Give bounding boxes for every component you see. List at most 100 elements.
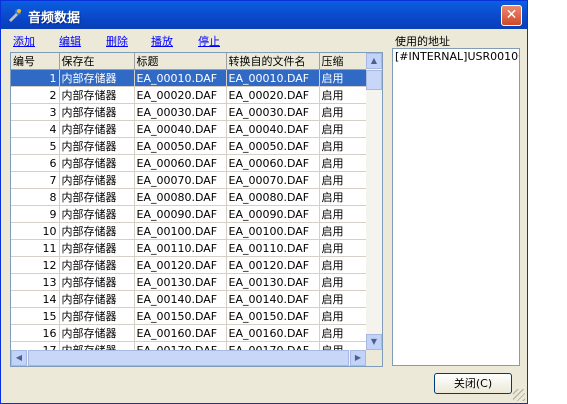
cell-title: EA_00080.DAF: [134, 188, 227, 206]
cell-title: EA_00130.DAF: [134, 273, 227, 291]
delete-link[interactable]: 删除: [106, 33, 128, 49]
cell-compression: 启用: [319, 324, 368, 342]
table-row[interactable]: 12 内部存储器 EA_00120.DAF EA_00120.DAF 启用: [11, 256, 368, 274]
cell-number: 3: [11, 103, 60, 121]
cell-title: EA_00140.DAF: [134, 290, 227, 308]
cell-storage: 内部存储器: [59, 324, 135, 342]
table-row[interactable]: 14 内部存储器 EA_00140.DAF EA_00140.DAF 启用: [11, 290, 368, 308]
table-row[interactable]: 5 内部存储器 EA_00050.DAF EA_00050.DAF 启用: [11, 137, 368, 155]
cell-title: EA_00030.DAF: [134, 103, 227, 121]
horizontal-scroll-thumb[interactable]: [28, 350, 349, 366]
add-link[interactable]: 添加: [13, 33, 35, 49]
table-row[interactable]: 9 内部存储器 EA_00090.DAF EA_00090.DAF 启用: [11, 205, 368, 223]
table-row[interactable]: 15 内部存储器 EA_00150.DAF EA_00150.DAF 启用: [11, 307, 368, 325]
cell-source-file: EA_00030.DAF: [226, 103, 320, 121]
cell-compression: 启用: [319, 222, 368, 240]
table-row[interactable]: 10 内部存储器 EA_00100.DAF EA_00100.DAF 启用: [11, 222, 368, 240]
cell-source-file: EA_00050.DAF: [226, 137, 320, 155]
cell-compression: 启用: [319, 188, 368, 206]
cell-number: 9: [11, 205, 60, 223]
cell-number: 6: [11, 154, 60, 172]
cell-source-file: EA_00160.DAF: [226, 324, 320, 342]
column-header-source-file[interactable]: 转换自的文件名: [226, 53, 320, 70]
cell-compression: 启用: [319, 290, 368, 308]
cell-storage: 内部存储器: [59, 69, 135, 87]
scroll-up-icon[interactable]: ▲: [366, 53, 382, 69]
audio-data-table[interactable]: 编号 保存在 标题 转换自的文件名 压缩 1 内部存储器 EA_00010.DAF E…: [10, 52, 383, 367]
table-row[interactable]: 11 内部存储器 EA_00110.DAF EA_00110.DAF 启用: [11, 239, 368, 257]
cell-storage: 内部存储器: [59, 273, 135, 291]
cell-compression: 启用: [319, 69, 368, 87]
cell-storage: 内部存储器: [59, 120, 135, 138]
table-row[interactable]: 2 内部存储器 EA_00020.DAF EA_00020.DAF 启用: [11, 86, 368, 104]
cell-storage: 内部存储器: [59, 137, 135, 155]
cell-title: EA_00060.DAF: [134, 154, 227, 172]
cell-source-file: EA_00020.DAF: [226, 86, 320, 104]
play-link[interactable]: 播放: [151, 33, 173, 49]
cell-storage: 内部存储器: [59, 171, 135, 189]
title-bar[interactable]: 音频数据 ✕: [1, 1, 527, 29]
table-row[interactable]: 7 内部存储器 EA_00070.DAF EA_00070.DAF 启用: [11, 171, 368, 189]
scroll-left-icon[interactable]: ◀: [11, 350, 27, 366]
cell-storage: 内部存储器: [59, 290, 135, 308]
resize-grip-icon[interactable]: [513, 389, 525, 401]
scroll-right-icon[interactable]: ▶: [350, 350, 366, 366]
cell-source-file: EA_00010.DAF: [226, 69, 320, 87]
cell-storage: 内部存储器: [59, 222, 135, 240]
cell-number: 4: [11, 120, 60, 138]
cell-source-file: EA_00150.DAF: [226, 307, 320, 325]
table-row[interactable]: 3 内部存储器 EA_00030.DAF EA_00030.DAF 启用: [11, 103, 368, 121]
app-icon: [9, 9, 21, 22]
cell-source-file: EA_00080.DAF: [226, 188, 320, 206]
horizontal-scrollbar[interactable]: ◀ ▶: [11, 350, 366, 366]
table-row[interactable]: 16 内部存储器 EA_00160.DAF EA_00160.DAF 启用: [11, 324, 368, 342]
cell-compression: 启用: [319, 120, 368, 138]
scroll-down-icon[interactable]: ▼: [366, 334, 382, 350]
cell-compression: 启用: [319, 86, 368, 104]
cell-number: 12: [11, 256, 60, 274]
address-label: 使用的地址: [395, 35, 450, 48]
column-header-compression[interactable]: 压缩: [319, 53, 368, 70]
cell-title: EA_00120.DAF: [134, 256, 227, 274]
close-button[interactable]: 关闭(C): [434, 373, 512, 394]
cell-compression: 启用: [319, 256, 368, 274]
address-item[interactable]: [#INTERNAL]USR0010000: [393, 49, 519, 64]
cell-storage: 内部存储器: [59, 86, 135, 104]
cell-source-file: EA_00120.DAF: [226, 256, 320, 274]
cell-number: 15: [11, 307, 60, 325]
table-row[interactable]: 8 内部存储器 EA_00080.DAF EA_00080.DAF 启用: [11, 188, 368, 206]
table-row[interactable]: 4 内部存储器 EA_00040.DAF EA_00040.DAF 启用: [11, 120, 368, 138]
vertical-scroll-thumb[interactable]: [366, 70, 382, 90]
vertical-scrollbar[interactable]: ▲ ▼: [366, 53, 382, 350]
cell-compression: 启用: [319, 154, 368, 172]
cell-compression: 启用: [319, 273, 368, 291]
cell-storage: 内部存储器: [59, 103, 135, 121]
cell-compression: 启用: [319, 307, 368, 325]
column-header-number[interactable]: 编号: [11, 53, 60, 70]
cell-storage: 内部存储器: [59, 205, 135, 223]
cell-source-file: EA_00110.DAF: [226, 239, 320, 257]
cell-compression: 启用: [319, 239, 368, 257]
cell-title: EA_00010.DAF: [134, 69, 227, 87]
cell-storage: 内部存储器: [59, 154, 135, 172]
table-row[interactable]: 6 内部存储器 EA_00060.DAF EA_00060.DAF 启用: [11, 154, 368, 172]
table-row[interactable]: 13 内部存储器 EA_00130.DAF EA_00130.DAF 启用: [11, 273, 368, 291]
cell-compression: 启用: [319, 137, 368, 155]
edit-link[interactable]: 编辑: [59, 33, 81, 49]
cell-compression: 启用: [319, 205, 368, 223]
column-header-storage[interactable]: 保存在: [59, 53, 135, 70]
window-close-icon[interactable]: ✕: [501, 5, 522, 26]
column-header-title[interactable]: 标题: [134, 53, 227, 70]
cell-number: 13: [11, 273, 60, 291]
stop-link[interactable]: 停止: [198, 33, 220, 49]
cell-source-file: EA_00070.DAF: [226, 171, 320, 189]
audio-data-window: 音频数据 ✕ 添加 编辑 删除 播放 停止 编号 保存在 标题 转换自的文件名 …: [0, 0, 528, 404]
cell-number: 10: [11, 222, 60, 240]
cell-title: EA_00110.DAF: [134, 239, 227, 257]
cell-storage: 内部存储器: [59, 307, 135, 325]
cell-number: 7: [11, 171, 60, 189]
address-list[interactable]: [#INTERNAL]USR0010000: [392, 48, 520, 366]
cell-source-file: EA_00140.DAF: [226, 290, 320, 308]
cell-number: 14: [11, 290, 60, 308]
table-row[interactable]: 1 内部存储器 EA_00010.DAF EA_00010.DAF 启用: [11, 69, 368, 87]
